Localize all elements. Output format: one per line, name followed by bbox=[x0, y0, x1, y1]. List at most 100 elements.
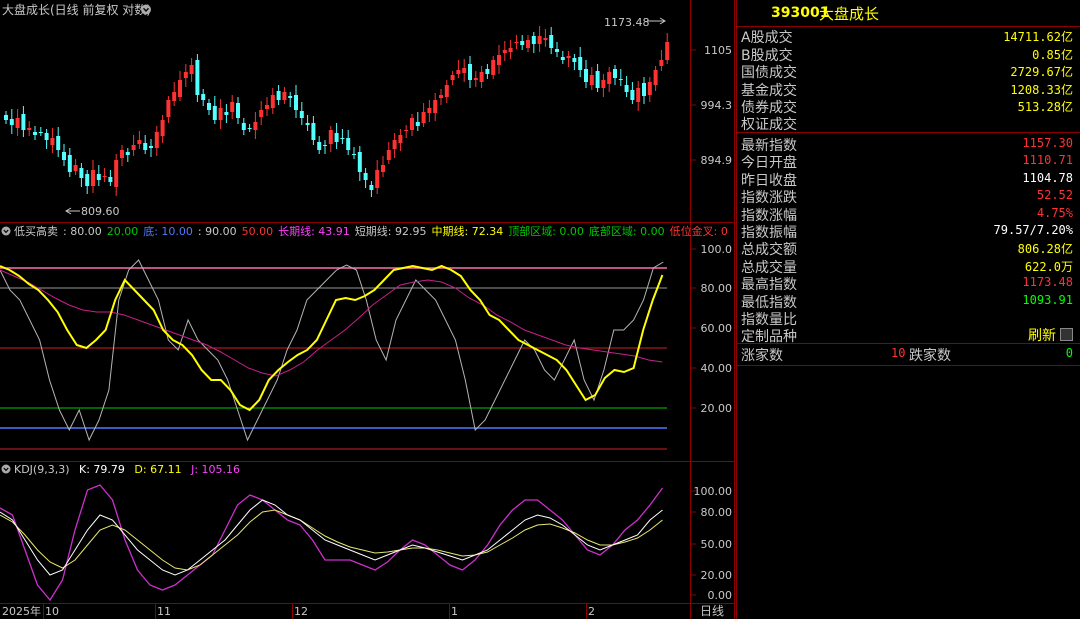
candle-body bbox=[91, 170, 95, 186]
lowbuy-param: 20.00 bbox=[107, 225, 139, 238]
candle-body bbox=[508, 48, 513, 52]
candle-body bbox=[526, 40, 530, 48]
candle-body bbox=[79, 168, 84, 178]
high-marker: 1173.48 bbox=[604, 16, 666, 29]
chart-canvas[interactable]: 大盘成长(日线 前复权 对数) 1105 994.3 894.9 1173.48… bbox=[0, 0, 735, 619]
up-count-label: 涨家数 bbox=[741, 348, 783, 364]
quote-row-value: 806.28亿 bbox=[1017, 242, 1073, 256]
candle-body bbox=[549, 35, 554, 48]
quote-row: 基金成交 1208.33亿 bbox=[737, 80, 1080, 99]
candle-body bbox=[520, 41, 525, 45]
low-marker: 809.60 bbox=[65, 205, 120, 218]
lowbuy-tick-1: 100.0 bbox=[701, 243, 733, 256]
kdj-tick-1: 100.00 bbox=[694, 485, 733, 498]
refresh-button[interactable]: 刷新 bbox=[1028, 325, 1073, 345]
quote-row-value: 622.0万 bbox=[1024, 260, 1073, 274]
quote-row-label: 今日开盘 bbox=[741, 155, 797, 171]
candle-body bbox=[160, 120, 165, 136]
candle-body bbox=[207, 103, 211, 110]
candle-body bbox=[230, 102, 235, 112]
candle-body bbox=[4, 115, 8, 120]
quote-row-value: 1173.48 bbox=[1022, 275, 1073, 289]
period-label[interactable]: 日线 bbox=[700, 604, 724, 618]
quote-separator-3 bbox=[737, 365, 1080, 366]
candle-body bbox=[433, 100, 438, 113]
candle-body bbox=[398, 135, 403, 143]
candle-body bbox=[607, 72, 612, 84]
lowbuy-options-icon[interactable] bbox=[1, 226, 11, 236]
candle-body bbox=[404, 130, 409, 131]
candle-body bbox=[485, 69, 490, 74]
lowbuy-label: 低买高卖 bbox=[14, 224, 58, 238]
candle-body bbox=[566, 56, 571, 58]
candle-body bbox=[497, 55, 501, 65]
candle-body bbox=[543, 38, 548, 40]
candle-body bbox=[67, 155, 72, 172]
candle-body bbox=[346, 138, 351, 150]
candle-body bbox=[21, 114, 26, 130]
candle-body bbox=[218, 108, 223, 120]
date-label-year: 2025年 bbox=[2, 604, 41, 618]
down-count-value: 0 bbox=[1065, 346, 1073, 360]
quote-row: 指数振幅 79.57/7.20% bbox=[737, 222, 1080, 241]
candle-body bbox=[636, 88, 641, 102]
quote-row: 最新指数 1157.30 bbox=[737, 135, 1080, 154]
candle-body bbox=[328, 130, 333, 144]
refresh-icon bbox=[1060, 328, 1073, 341]
quote-row-label: 最高指数 bbox=[741, 277, 797, 293]
candle-body bbox=[334, 133, 339, 142]
quote-row: 指数涨幅 4.75% bbox=[737, 205, 1080, 224]
candle-body bbox=[224, 112, 229, 115]
candle-body bbox=[601, 80, 606, 88]
kdj-j-value: J: 105.16 bbox=[190, 463, 240, 476]
candle-body bbox=[555, 49, 559, 52]
candle-body bbox=[137, 140, 142, 144]
lowbuy-param: : 80.00 bbox=[63, 225, 102, 238]
refresh-row: 刷新 bbox=[737, 325, 1080, 345]
candle-body bbox=[73, 165, 78, 171]
candle-body bbox=[439, 95, 443, 98]
candle-body bbox=[647, 82, 652, 95]
candle-body bbox=[462, 68, 467, 73]
quote-row-value: 2729.67亿 bbox=[1010, 65, 1073, 79]
kdj-label: KDJ(9,3,3) bbox=[14, 463, 70, 476]
candle-body bbox=[369, 185, 374, 190]
chart-area[interactable]: 大盘成长(日线 前复权 对数) 1105 994.3 894.9 1173.48… bbox=[0, 0, 735, 619]
candle-body bbox=[392, 140, 397, 149]
kdj-options-icon[interactable] bbox=[1, 464, 11, 474]
kdj-k-value: K: 79.79 bbox=[79, 463, 125, 476]
candlestick-series bbox=[4, 26, 670, 197]
candle-body bbox=[178, 80, 182, 97]
candle-body bbox=[15, 118, 20, 128]
date-label-nov: 11 bbox=[157, 605, 171, 618]
kdj-d-line bbox=[0, 509, 663, 571]
lowbuy-param: 中期线: 72.34 bbox=[432, 224, 504, 238]
candle-body bbox=[352, 154, 356, 155]
quote-row: 指数量比 bbox=[737, 309, 1080, 328]
candle-body bbox=[624, 85, 629, 92]
candle-body bbox=[56, 136, 61, 150]
quote-separator-1 bbox=[737, 132, 1080, 133]
chart-options-icon[interactable] bbox=[141, 4, 151, 15]
candle-body bbox=[9, 119, 14, 125]
quote-row-value: 52.52 bbox=[1036, 188, 1073, 202]
candle-body bbox=[294, 95, 298, 110]
high-marker-label: 1173.48 bbox=[604, 16, 650, 29]
kdj-tick-5: 0.00 bbox=[708, 589, 733, 602]
candle-body bbox=[340, 138, 345, 139]
candle-body bbox=[381, 165, 385, 172]
lowbuy-tick-3: 60.00 bbox=[701, 322, 733, 335]
candle-body bbox=[276, 91, 281, 100]
candle-body bbox=[444, 85, 449, 97]
lowbuy-param: 短期线: 92.95 bbox=[355, 224, 427, 238]
candle-body bbox=[531, 36, 536, 44]
price-tick-2: 994.3 bbox=[701, 99, 733, 112]
kdj-header: KDJ(9,3,3) K: 79.79 D: 67.11 J: 105.16 bbox=[14, 463, 240, 476]
candle-body bbox=[375, 170, 380, 188]
quote-row: 总成交额 806.28亿 bbox=[737, 239, 1080, 258]
candle-body bbox=[618, 79, 623, 80]
candle-body bbox=[630, 90, 635, 100]
candle-body bbox=[491, 60, 496, 75]
short-term-line bbox=[0, 259, 664, 442]
refresh-label: 刷新 bbox=[1028, 328, 1056, 344]
